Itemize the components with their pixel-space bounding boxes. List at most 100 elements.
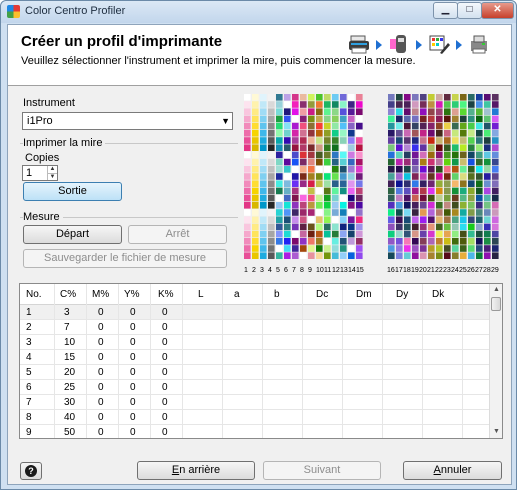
- column-header[interactable]: Dy: [396, 289, 408, 300]
- close-button[interactable]: ✕: [481, 2, 514, 19]
- instrument-select[interactable]: i1Pro ▼: [22, 112, 233, 130]
- color-patch: [244, 187, 251, 195]
- copies-stepper[interactable]: 1 ▲ ▼: [22, 165, 58, 181]
- color-patch: [476, 180, 483, 187]
- table-row[interactable]: 2 7 0 0 0: [20, 320, 490, 335]
- table-row[interactable]: 9 50 0 0 0: [20, 425, 490, 438]
- color-patch: [348, 194, 355, 202]
- color-patch: [348, 101, 355, 108]
- table-row[interactable]: 5 20 0 0 0: [20, 365, 490, 380]
- measurement-table[interactable]: No. C% M% Y% K% La b Dc Dm Dy Dk 1 3 0 0 0 2 7 0 0 0 3 10 0 0 0 4…: [19, 283, 503, 439]
- column-header[interactable]: M%: [92, 289, 109, 300]
- column-header[interactable]: Y%: [124, 289, 140, 300]
- color-patch: [388, 173, 395, 180]
- color-patch: [244, 137, 251, 144]
- table-row[interactable]: 3 10 0 0 0: [20, 335, 490, 350]
- color-patch: [276, 252, 283, 259]
- color-patch: [396, 194, 403, 202]
- color-patch: [476, 209, 483, 216]
- color-patch: [412, 94, 419, 101]
- color-patch: [452, 144, 459, 151]
- next-button[interactable]: Suivant: [263, 461, 381, 480]
- spin-down-icon[interactable]: ▼: [47, 173, 57, 180]
- color-patch: [284, 122, 291, 130]
- column-header[interactable]: Dc: [316, 289, 328, 300]
- color-patch: [300, 166, 307, 173]
- column-header[interactable]: a: [234, 289, 240, 300]
- maximize-button[interactable]: □: [457, 2, 482, 19]
- minimize-button[interactable]: ▁: [433, 2, 458, 19]
- table-cell: 0: [162, 427, 168, 438]
- table-row[interactable]: 4 15 0 0 0: [20, 350, 490, 365]
- color-patch: [324, 101, 331, 108]
- color-patch: [412, 223, 419, 231]
- color-patch: [252, 252, 259, 259]
- spin-up-icon[interactable]: ▲: [47, 166, 57, 173]
- color-patch: [388, 101, 395, 108]
- color-patch: [260, 238, 267, 245]
- color-patch: [476, 94, 483, 101]
- save-measurement-button[interactable]: Sauvegarder le fichier de mesure: [23, 249, 227, 268]
- stop-button[interactable]: Arrêt: [128, 225, 227, 244]
- start-button[interactable]: Départ: [23, 225, 122, 244]
- table-row[interactable]: 6 25 0 0 0: [20, 380, 490, 395]
- color-patch: [460, 173, 467, 180]
- color-patch: [244, 202, 251, 209]
- color-patch: [324, 94, 331, 101]
- title-bar[interactable]: Color Centro Profiler ▁ □ ✕: [1, 1, 516, 23]
- color-patch: [484, 94, 491, 101]
- column-header[interactable]: Dm: [356, 289, 372, 300]
- color-patch: [308, 245, 315, 252]
- table-cell: 6: [26, 382, 32, 393]
- color-patch: [428, 202, 435, 209]
- color-patch: [452, 216, 459, 223]
- output-button[interactable]: Sortie: [23, 182, 122, 201]
- color-patch: [396, 216, 403, 223]
- column-header[interactable]: L: [198, 289, 204, 300]
- chart-column-number: 18: [403, 267, 411, 274]
- color-patch: [396, 223, 403, 231]
- scroll-up-icon[interactable]: ▲: [490, 284, 502, 296]
- color-patch: [436, 101, 443, 108]
- scroll-down-icon[interactable]: ▼: [490, 426, 502, 438]
- column-header[interactable]: No.: [26, 289, 42, 300]
- chevron-down-icon[interactable]: ▼: [221, 116, 230, 126]
- chart-column-number: 27: [475, 267, 483, 274]
- table-cell: 0: [162, 382, 168, 393]
- chart-column-number: 12: [332, 267, 340, 274]
- color-patch: [420, 173, 427, 180]
- color-patch: [308, 187, 315, 195]
- color-patch: [348, 158, 355, 166]
- column-header[interactable]: b: [274, 289, 280, 300]
- color-patch: [492, 122, 499, 130]
- table-gridline: [118, 284, 119, 438]
- color-patch: [420, 223, 427, 231]
- column-header[interactable]: K%: [158, 289, 174, 300]
- color-patch: [452, 130, 459, 137]
- color-patch: [324, 166, 331, 173]
- color-patch: [388, 252, 395, 259]
- color-patch: [252, 151, 259, 159]
- back-button[interactable]: En arrière: [137, 461, 255, 480]
- color-patch: [404, 130, 411, 137]
- color-patch: [412, 230, 419, 238]
- color-patch: [492, 187, 499, 195]
- color-patch: [244, 144, 251, 151]
- application-window: Color Centro Profiler ▁ □ ✕ Créer un pro…: [0, 0, 517, 490]
- color-patch: [244, 223, 251, 231]
- table-row[interactable]: 7 30 0 0 0: [20, 395, 490, 410]
- color-patch: [308, 166, 315, 173]
- help-button[interactable]: ?: [20, 462, 42, 480]
- table-gridline: [382, 284, 383, 438]
- color-patch: [340, 216, 347, 223]
- column-header[interactable]: Dk: [432, 289, 444, 300]
- vertical-scrollbar[interactable]: ▲ ▼: [489, 284, 502, 438]
- table-row[interactable]: 8 40 0 0 0: [20, 410, 490, 425]
- column-header[interactable]: C%: [60, 289, 76, 300]
- color-patch: [332, 180, 339, 187]
- cancel-button[interactable]: Annuler: [403, 461, 502, 480]
- color-patch: [444, 130, 451, 137]
- color-patch: [484, 209, 491, 216]
- table-row[interactable]: 1 3 0 0 0: [20, 305, 490, 320]
- scroll-thumb[interactable]: [491, 297, 501, 311]
